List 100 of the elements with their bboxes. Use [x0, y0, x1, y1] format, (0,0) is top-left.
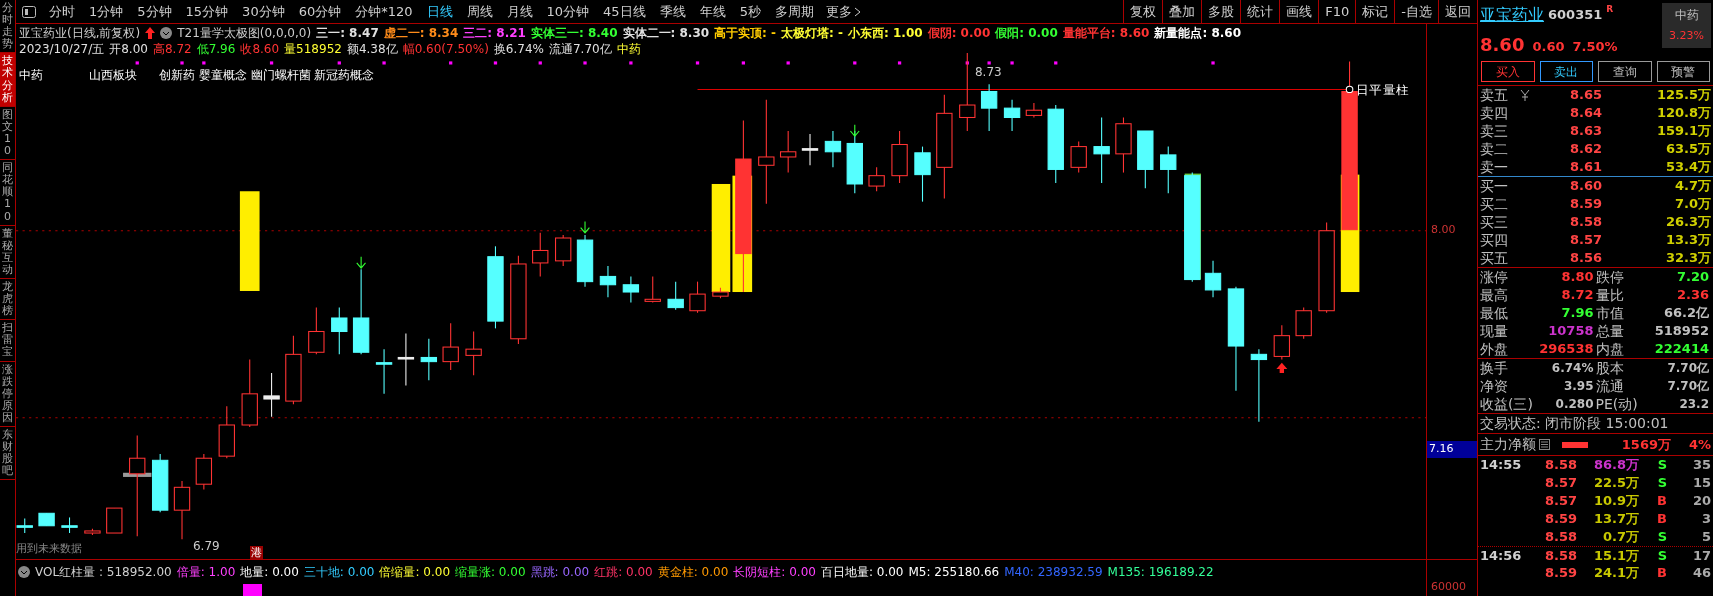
order-volume: 26.3万 [1664, 213, 1711, 232]
trade-button[interactable]: 买入 [1481, 61, 1535, 82]
up-arrow-icon [1276, 362, 1288, 374]
up-arrow-icon [145, 27, 156, 39]
period-tab[interactable]: 年线 [692, 1, 733, 22]
tick-count: 20 [1691, 492, 1711, 511]
indicator-value: 实体三一: 8.40 [530, 25, 618, 41]
order-level-label: 买五 [1480, 248, 1509, 268]
tick-count: 5 [1700, 528, 1711, 547]
tick-count: 35 [1691, 456, 1711, 475]
order-level-label: 买一 [1480, 176, 1509, 196]
volume-indicator-value: 红跳: 0.00 [594, 564, 653, 581]
volume-indicator-value: M5: 255180.66 [908, 564, 1000, 581]
period-tab[interactable]: 月线 [499, 1, 540, 22]
candle [1295, 307, 1312, 340]
dropdown-icon [18, 566, 30, 578]
stat-value: 8.80 [1560, 268, 1595, 287]
stock-flag-label: R [1606, 3, 1614, 16]
period-tab[interactable]: 多周期 [767, 1, 821, 22]
period-tab[interactable]: 季线 [652, 1, 693, 22]
candle [84, 528, 101, 536]
period-tab[interactable]: 15分钟 [178, 1, 236, 22]
stat-value: 10758 [1547, 322, 1595, 341]
candle [331, 307, 348, 355]
order-price: 8.65 [1568, 86, 1602, 105]
trade-button[interactable]: 查询 [1598, 61, 1652, 82]
side-tab[interactable]: 图文10 [0, 106, 15, 161]
volume-indicator-value: 黑跳: 0.00 [530, 564, 590, 581]
toolbar-button[interactable]: -自选 [1394, 0, 1438, 23]
order-level-label: 卖一 [1480, 157, 1509, 177]
indicator-value: 太极灯塔: - [781, 25, 844, 41]
sector-card[interactable]: 中药 3.23% [1662, 3, 1711, 48]
panel-icon[interactable] [22, 5, 36, 18]
volume-indicator-value: 缩量涨: 0.00 [455, 564, 526, 581]
sector-change: 3.23% [1669, 28, 1704, 45]
stat-label: 最低 [1480, 303, 1509, 323]
stat-label: 外盘 [1480, 339, 1509, 359]
tick-side: S [1656, 528, 1667, 547]
toolbar-button[interactable]: F10 [1318, 0, 1356, 23]
side-tab[interactable]: 东财股吧 [0, 427, 15, 481]
quote-value: 2023/10/27/五 [19, 41, 105, 57]
main-force-percent: 4% [1687, 435, 1711, 454]
candle [1137, 130, 1154, 189]
fundamental-value: 0.280 [1554, 396, 1595, 413]
stat-label: 总量 [1595, 321, 1625, 341]
volume-indicator-value: 倍量: 1.00 [176, 564, 236, 581]
more-button[interactable]: 更多 [820, 1, 866, 22]
order-level-label: 买二 [1480, 194, 1509, 214]
candle [241, 359, 258, 428]
trade-button[interactable]: 预警 [1656, 61, 1710, 82]
toolbar-button[interactable]: 复权 [1123, 0, 1163, 23]
toolbar-button[interactable]: 统计 [1240, 0, 1280, 23]
period-tab[interactable]: 30分钟 [235, 1, 292, 22]
high-price-label: 8.73 [974, 65, 1002, 79]
quote-value: 额4.38亿 [346, 41, 398, 57]
side-tab[interactable]: 涨跌停原因 [0, 361, 15, 427]
indicator-name: T21量学太极图(0,0,0,0) [177, 25, 312, 41]
toolbar-button[interactable]: 多股 [1201, 0, 1241, 23]
side-tab[interactable]: 扫雷宝 [0, 320, 15, 362]
candle [38, 512, 55, 527]
period-tab[interactable]: 5分钟 [130, 1, 179, 22]
period-tab[interactable]: 分时 [42, 1, 82, 22]
candle [152, 453, 169, 513]
side-tab[interactable]: 龙虎榜 [0, 278, 15, 321]
period-tab[interactable]: 分钟*120 [348, 1, 420, 22]
sector-tag: 创新药 婴童概念 幽门螺杆菌 新冠药概念 [159, 67, 381, 83]
down-arrow-icon [356, 256, 367, 269]
candle [285, 335, 302, 405]
side-tab[interactable]: 董秘互动 [0, 225, 15, 279]
candle [689, 281, 706, 314]
tick-price: 8.59 [1543, 564, 1577, 583]
period-tab[interactable]: 60分钟 [291, 1, 349, 22]
period-tab[interactable]: 45日线 [596, 1, 653, 22]
period-tab[interactable]: 1分钟 [82, 1, 131, 22]
price-change: 0.60 [1532, 38, 1565, 56]
toolbar-button[interactable]: 叠加 [1162, 0, 1202, 23]
trading-status: 交易状态: 闭市阶段 15:00:01 [1480, 414, 1669, 433]
toolbar-button[interactable]: 返回 [1438, 0, 1477, 23]
period-tab[interactable]: 周线 [459, 1, 500, 22]
side-tab[interactable]: 技术分析 [0, 53, 15, 107]
stat-value: 222414 [1653, 340, 1710, 359]
period-tab[interactable]: 5秒 [732, 1, 768, 22]
quote-value: 流通7.70亿 [548, 41, 612, 57]
volume-indicator-value: 黄金柱: 0.00 [657, 564, 729, 581]
toolbar-button[interactable]: 画线 [1279, 0, 1319, 23]
main-force-bar [1562, 441, 1588, 448]
volume-indicator-value: 三十地: 0.00 [303, 564, 375, 581]
period-tab[interactable]: 日线 [419, 1, 460, 22]
fundamental-label: 股本 [1595, 358, 1625, 378]
toolbar-button[interactable]: 标记 [1355, 0, 1395, 23]
candle [1204, 260, 1222, 298]
side-tab[interactable]: 同花顺10 [0, 160, 15, 226]
trade-button[interactable]: 卖出 [1539, 61, 1593, 82]
stat-value: 8.72 [1560, 286, 1595, 305]
order-level-label: 买四 [1480, 230, 1509, 250]
period-tab[interactable]: 10分钟 [539, 1, 597, 22]
candle [532, 232, 549, 277]
tick-count: 3 [1700, 510, 1711, 529]
order-price: 8.61 [1568, 158, 1602, 177]
tick-time: 14:56 [1480, 546, 1523, 565]
